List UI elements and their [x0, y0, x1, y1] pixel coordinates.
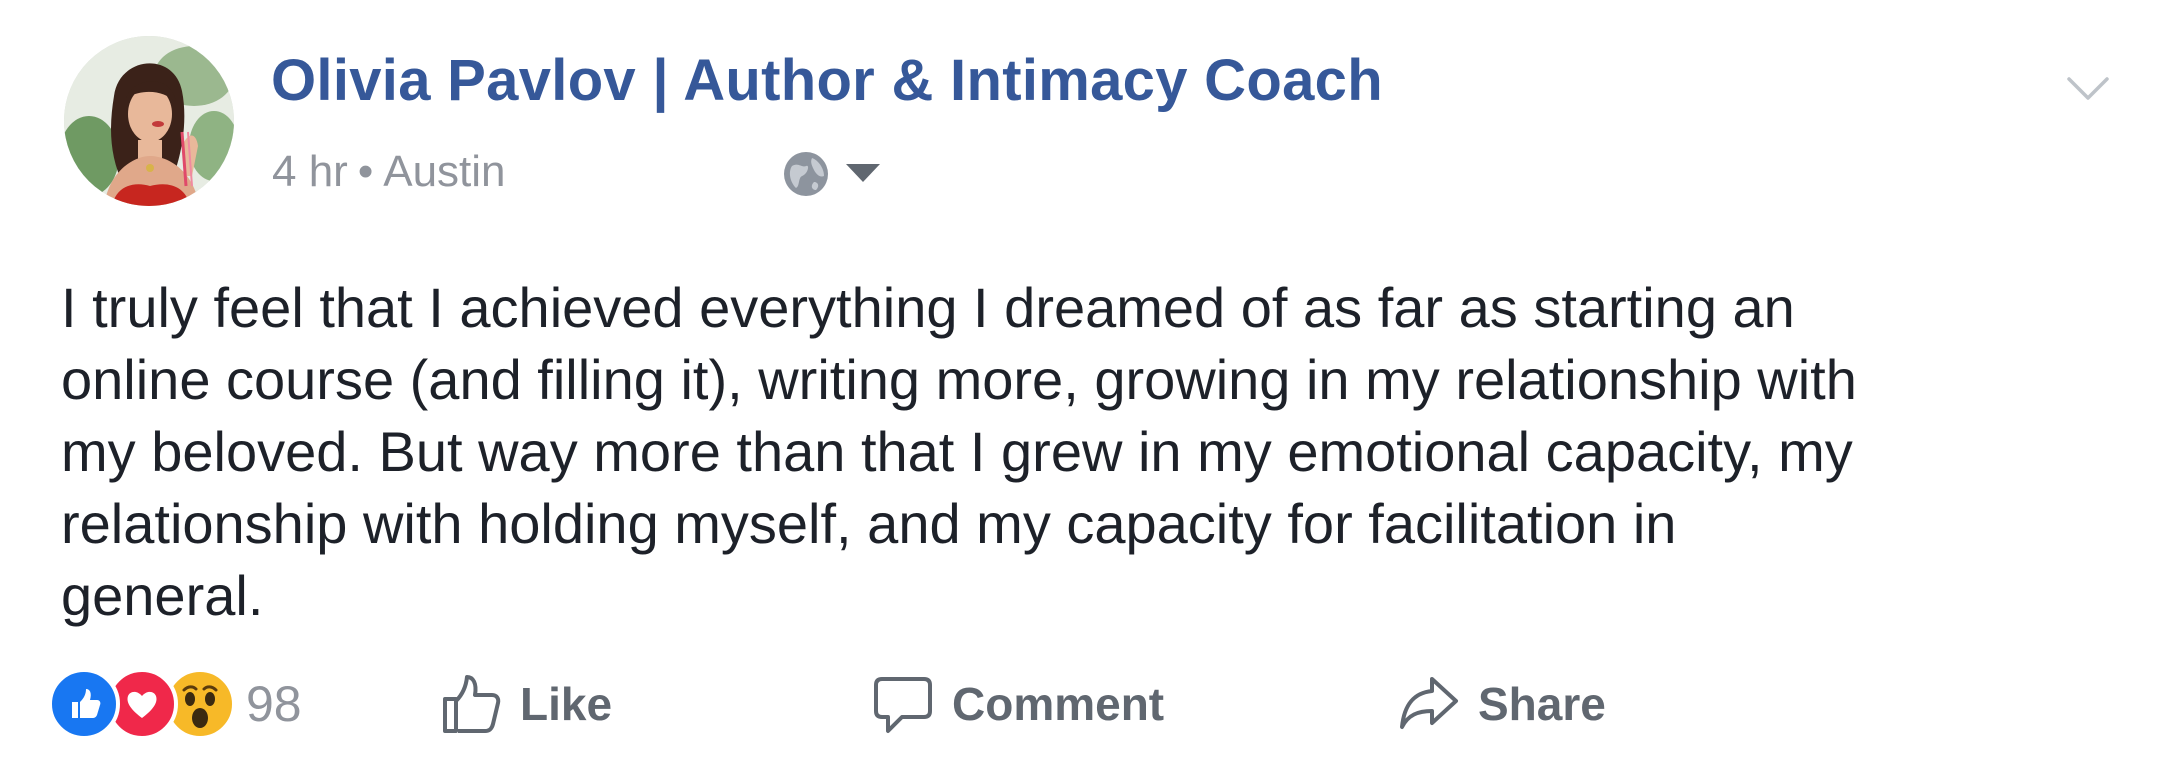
post-meta: 4 hr • Austin [272, 150, 506, 194]
comment-button[interactable]: Comment [872, 668, 1164, 740]
post-text-line: online course (and filling it), writing … [61, 348, 1857, 411]
reaction-count[interactable]: 98 [246, 675, 302, 733]
author-name[interactable]: Olivia Pavlov | Author & Intimacy Coach [271, 52, 1383, 110]
like-reaction-icon [48, 668, 120, 740]
post-text-line: my beloved. But way more than that I gre… [61, 420, 1853, 483]
caret-down-icon [846, 164, 880, 182]
thumbs-up-icon [443, 675, 501, 733]
share-icon [1400, 677, 1458, 729]
avatar-image [64, 36, 234, 206]
post-text: I truly feel that I achieved everything … [61, 272, 2121, 632]
like-button-label: Like [520, 678, 613, 730]
avatar[interactable] [64, 36, 234, 206]
post-text-line: general. [61, 564, 264, 627]
chevron-down-icon [2067, 77, 2109, 100]
post-footer: 98 Like Comment Share [0, 660, 2160, 750]
privacy-selector[interactable] [782, 150, 892, 198]
post-text-line: relationship with holding myself, and my… [61, 492, 1677, 555]
comment-button-label: Comment [952, 678, 1165, 730]
meta-separator: • [357, 147, 374, 196]
comment-icon [874, 677, 932, 733]
like-button[interactable]: Like [440, 668, 612, 740]
share-button[interactable]: Share [1398, 668, 1606, 740]
post-location[interactable]: Austin [383, 150, 505, 194]
post-options-button[interactable] [2066, 74, 2110, 104]
share-button-label: Share [1478, 678, 1606, 730]
post-timestamp[interactable]: 4 hr [272, 150, 348, 194]
reaction-summary[interactable]: 98 [48, 666, 302, 742]
globe-icon [784, 152, 828, 196]
post-text-line: I truly feel that I achieved everything … [61, 276, 1795, 339]
post-card: Olivia Pavlov | Author & Intimacy Coach … [0, 0, 2160, 784]
